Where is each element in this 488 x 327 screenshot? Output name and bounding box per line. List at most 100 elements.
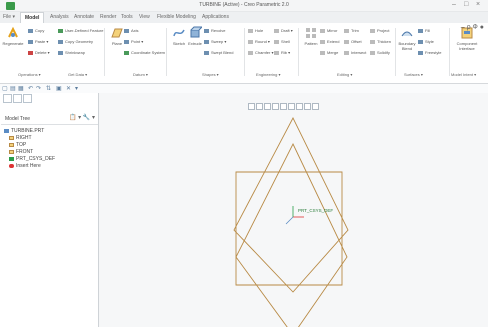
swept-blend-button[interactable]: Swept Blend [204,50,233,55]
windows-icon[interactable]: ▣ [56,85,62,92]
delete-button[interactable]: Delete ▾ [28,50,50,55]
favorites-tab-icon[interactable] [23,94,32,103]
boundary-blend-label: Boundary Blend [398,41,416,51]
style-button[interactable]: Style [418,39,434,44]
open-icon[interactable]: ▤ [10,85,16,92]
tab-file[interactable]: File ▾ [3,14,15,20]
model-tree-tab-icon[interactable] [3,94,12,103]
undo-icon[interactable]: ↶ [28,85,33,92]
tab-annotate[interactable]: Annotate [74,14,94,20]
boundary-blend-button[interactable]: Boundary Blend [396,26,418,51]
copy-button[interactable]: Copy [28,28,44,33]
fill-button[interactable]: Fill [418,28,430,33]
paste-button[interactable]: Paste ▾ [28,39,48,44]
shrinkwrap-button[interactable]: Shrinkwrap [58,50,85,55]
group-datum[interactable]: Datum ▾ [133,72,148,77]
tree-item-csys[interactable]: PRT_CSYS_DEF [9,156,55,163]
datum-plane-icon [9,135,14,140]
tab-render[interactable]: Render [100,14,116,20]
freestyle-icon [418,50,423,55]
extend-button[interactable]: Extend [320,39,339,44]
chamfer-button[interactable]: Chamfer ▾ [248,50,273,55]
mirror-button[interactable]: Mirror [320,28,337,33]
group-surfaces[interactable]: Surfaces ▾ [404,72,423,77]
pattern-button[interactable]: Pattern [300,26,322,46]
save-icon[interactable]: ▦ [18,85,24,92]
shell-button[interactable]: Shell [274,39,290,44]
group-editing[interactable]: Editing ▾ [337,72,352,77]
datum-plane-front[interactable] [235,171,343,286]
model-tree: TURBINE.PRT RIGHT TOP FRONT PRT_CSYS_DEF… [4,128,55,170]
draft-button[interactable]: Draft ▾ [274,28,293,33]
redo-icon[interactable]: ↷ [36,85,41,92]
navigator-panel: Model Tree 📋 ▾ 🔧 ▾ TURBINE.PRT RIGHT TOP… [0,93,99,327]
sweep-button[interactable]: Sweep ▾ [204,39,226,44]
csys-marker[interactable]: PRT_CSYS_DEF [285,206,333,225]
ribbon-right-icons[interactable]: – ρ Ф ● [461,24,484,31]
merge-button[interactable]: Merge [320,50,338,55]
copy-geometry-label: Copy Geometry [65,39,94,44]
trim-label: Trim [351,28,359,33]
offset-button[interactable]: Offset [344,39,362,44]
shell-icon [274,39,279,44]
extrude-label: Extrude [188,41,202,46]
regenerate-button[interactable]: Regenerate [2,26,24,46]
tree-item-front[interactable]: FRONT [9,149,55,156]
chamfer-icon [248,50,253,55]
tree-item-label: FRONT [16,149,34,155]
axis-button[interactable]: Axis [124,28,139,33]
graphics-area[interactable]: PRT_CSYS_DEF [100,93,488,327]
freestyle-label: Freestyle [425,50,442,55]
minimize-button[interactable]: – [452,1,456,8]
group-engineering[interactable]: Engineering ▾ [256,72,280,77]
regenerate-small-icon[interactable]: ⇅ [46,85,51,92]
group-shapes[interactable]: Shapes ▾ [202,72,219,77]
tab-flexible-modeling[interactable]: Flexible Modeling [157,14,196,20]
solidify-button[interactable]: Solidify [370,50,390,55]
group-model-intent[interactable]: Model Intent ▾ [451,72,476,77]
point-button[interactable]: Point ▾ [124,39,143,44]
solidify-icon [370,50,375,55]
tab-applications[interactable]: Applications [202,14,229,20]
tab-view[interactable]: View [139,14,150,20]
revolve-button[interactable]: Revolve [204,28,225,33]
group-operations[interactable]: Operations ▾ [18,72,41,77]
swept-blend-icon [204,50,209,55]
tab-tools[interactable]: Tools [121,14,133,20]
tree-item-part[interactable]: TURBINE.PRT [4,128,55,135]
tab-model[interactable]: Model [20,12,45,23]
tree-item-label: RIGHT [16,135,32,141]
hole-button[interactable]: Hole [248,28,263,33]
coordinate-system-button[interactable]: Coordinate System [124,50,165,55]
close-button[interactable]: × [476,1,480,8]
thicken-button[interactable]: Thicken [370,39,391,44]
extrude-button[interactable]: Extrude [184,26,206,46]
close-window-icon[interactable]: ✕ [66,85,71,92]
revolve-icon [204,28,209,33]
customize-icon[interactable]: ▾ [75,85,78,92]
project-button[interactable]: Project [370,28,389,33]
tree-item-top[interactable]: TOP [9,142,55,149]
tree-item-right[interactable]: RIGHT [9,135,55,142]
merge-label: Merge [327,50,339,55]
model-tree-settings-icon[interactable]: 📋 ▾ 🔧 ▾ [69,114,95,121]
tree-item-insert-here[interactable]: Insert Here [9,163,55,170]
intersect-button[interactable]: Intersect [344,50,366,55]
datum-plane-top[interactable] [233,117,349,293]
round-button[interactable]: Round ▾ [248,39,270,44]
tab-analysis[interactable]: Analysis [50,14,69,20]
folder-browser-tab-icon[interactable] [13,94,22,103]
rib-button[interactable]: Rib ▾ [274,50,290,55]
trim-button[interactable]: Trim [344,28,359,33]
freestyle-button[interactable]: Freestyle [418,50,441,55]
component-interface-label: Component Interface [456,41,478,51]
copy-geometry-button[interactable]: Copy Geometry [58,39,93,44]
copy-label: Copy [35,28,45,33]
csys-icon [124,50,129,55]
revolve-label: Revolve [211,28,226,33]
user-defined-feature-button[interactable]: User-Defined Feature [58,28,103,33]
new-icon[interactable]: ▢ [2,85,8,92]
maximize-button[interactable]: □ [464,1,468,8]
datum-plane-right[interactable] [235,142,348,327]
group-get-data[interactable]: Get Data ▾ [68,72,87,77]
